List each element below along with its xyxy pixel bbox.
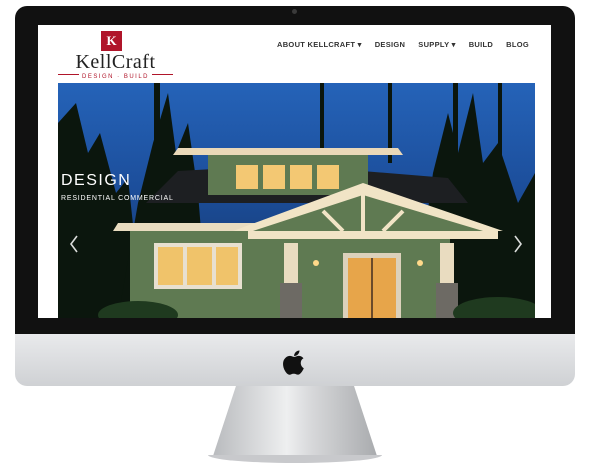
screen: K KellCraft DESIGN · BUILD ABOUT KELLCRA… (38, 25, 551, 318)
logo-tagline: DESIGN · BUILD (58, 74, 173, 80)
chevron-left-icon[interactable] (69, 235, 79, 256)
hero-title: DESIGN (61, 172, 132, 189)
main-nav: ABOUT KELLCRAFT ▾ DESIGN SUPPLY ▾ BUILD … (277, 40, 529, 49)
nav-item-design[interactable]: DESIGN (375, 40, 406, 49)
nav-item-supply[interactable]: SUPPLY ▾ (418, 40, 455, 49)
hero-subtitle: RESIDENTIAL COMMERCIAL (61, 195, 174, 202)
hero-slider: DESIGN RESIDENTIAL COMMERCIAL (58, 83, 535, 318)
site-header: K KellCraft DESIGN · BUILD ABOUT KELLCRA… (38, 25, 551, 83)
chevron-right-icon[interactable] (513, 235, 523, 256)
logo-tagline-text: DESIGN · BUILD (78, 74, 152, 80)
nav-item-about[interactable]: ABOUT KELLCRAFT ▾ (277, 40, 362, 49)
camera-icon (292, 9, 297, 14)
nav-item-build[interactable]: BUILD (469, 40, 493, 49)
nav-item-blog[interactable]: BLOG (506, 40, 529, 49)
monitor-stand-foot (208, 455, 382, 463)
logo-badge[interactable]: K (101, 31, 122, 51)
apple-icon (283, 349, 307, 375)
logo-name[interactable]: KellCraft (58, 51, 173, 74)
monitor-stand (213, 386, 377, 456)
